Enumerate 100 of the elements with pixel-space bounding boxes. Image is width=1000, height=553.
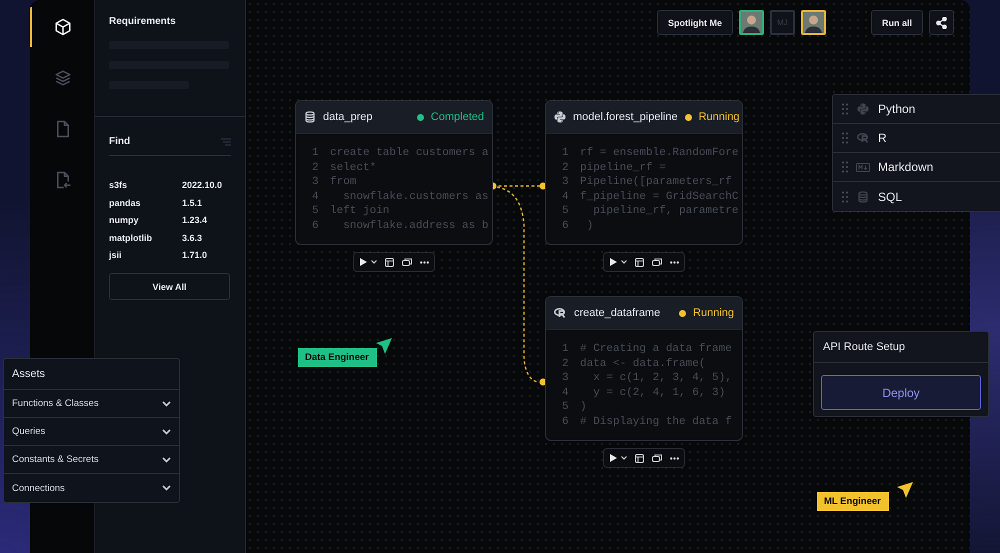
- more-icon[interactable]: [670, 260, 679, 264]
- language-item[interactable]: SQL: [833, 182, 1000, 211]
- line-number: 2: [312, 160, 320, 175]
- comment-icon[interactable]: [402, 258, 412, 266]
- layers-icon: [54, 69, 72, 87]
- layout-icon[interactable]: [635, 258, 644, 266]
- code-line: ): [586, 218, 594, 233]
- cell-title: model.forest_pipeline: [573, 111, 678, 123]
- line-number: 1: [312, 146, 320, 160]
- line-number: 1: [562, 342, 570, 356]
- line-number: 5: [312, 204, 320, 218]
- layout-icon[interactable]: [385, 258, 394, 266]
- code-line: snowflake.customers as: [342, 190, 488, 204]
- play-icon[interactable]: [359, 258, 367, 266]
- database-icon: [304, 111, 316, 123]
- code-line: # Displaying the data f: [580, 414, 732, 429]
- line-number: 2: [562, 160, 570, 175]
- package-version: 2022.10.0: [182, 180, 224, 190]
- layout-icon[interactable]: [635, 454, 644, 462]
- caret-icon[interactable]: [371, 260, 377, 264]
- code-line: ): [580, 400, 587, 414]
- line-number: 6: [312, 218, 320, 233]
- package-version: 3.6.3: [182, 232, 204, 242]
- section-title: Requirements: [109, 16, 177, 27]
- line-number: 4: [312, 190, 320, 204]
- drag-handle-icon[interactable]: [842, 132, 848, 144]
- asset-category[interactable]: Connections: [4, 474, 179, 502]
- share-button[interactable]: [929, 10, 954, 35]
- line-number: 3: [562, 175, 570, 190]
- r-icon: [856, 132, 870, 144]
- drag-handle-icon[interactable]: [842, 161, 848, 173]
- code-line: # Creating a data frame: [580, 342, 732, 356]
- code-line: pipeline_rf, parametre: [592, 204, 738, 218]
- file-icon: [54, 120, 72, 138]
- r-icon: [554, 307, 567, 319]
- more-icon[interactable]: [420, 260, 429, 264]
- view-all-button[interactable]: View All: [109, 273, 230, 300]
- line-number: 4: [562, 386, 570, 400]
- package-version: 1.23.4: [182, 215, 208, 225]
- package-name: matplotlib: [109, 232, 153, 242]
- avatar[interactable]: [738, 10, 764, 35]
- line-number: 6: [562, 218, 570, 233]
- code-line: pipeline_rf =: [580, 160, 666, 175]
- chevron-icon: [162, 428, 171, 434]
- package-version: 1.5.1: [182, 198, 204, 208]
- chevron-icon: [162, 400, 171, 406]
- code-line: snowflake.address as b: [342, 218, 488, 233]
- avatar[interactable]: [800, 10, 826, 35]
- line-number: 6: [562, 414, 570, 429]
- spotlight-button[interactable]: Spotlight Me: [656, 10, 733, 35]
- code-line: select*: [330, 160, 376, 175]
- cube-icon: [54, 18, 72, 36]
- code-line: f_pipeline = GridSearchC: [580, 190, 738, 204]
- code-line: create table customers a: [330, 146, 488, 160]
- panel-title: Assets: [12, 368, 46, 380]
- package-name: pandas: [109, 198, 142, 208]
- deploy-button[interactable]: Deploy: [821, 375, 981, 410]
- drag-handle-icon[interactable]: [842, 103, 848, 115]
- chevron-icon: [162, 456, 171, 462]
- code-line: rf = ensemble.RandomFore: [580, 146, 738, 160]
- play-icon[interactable]: [609, 258, 617, 266]
- caret-icon[interactable]: [621, 260, 627, 264]
- line-number: 5: [562, 204, 570, 218]
- line-number: 5: [562, 400, 570, 414]
- line-number: 3: [312, 175, 320, 190]
- panel-title: API Route Setup: [823, 341, 905, 353]
- markdown-icon: [856, 162, 870, 172]
- collaborator-tag: ML Engineer: [817, 492, 889, 511]
- package-name: s3fs: [109, 180, 128, 190]
- package-version: 1.71.0: [182, 250, 208, 260]
- line-number: 4: [562, 190, 570, 204]
- language-item[interactable]: R: [833, 124, 1000, 153]
- asset-category[interactable]: Functions & Classes: [4, 390, 179, 418]
- line-number: 2: [562, 356, 570, 371]
- code-line: Pipeline([parameters_rf: [580, 175, 732, 190]
- asset-category[interactable]: Constants & Secrets: [4, 446, 179, 474]
- database-icon: [857, 190, 869, 202]
- run-all-button[interactable]: Run all: [870, 10, 923, 35]
- comment-icon[interactable]: [652, 454, 662, 462]
- chevron-icon: [162, 485, 171, 491]
- language-item[interactable]: Python: [833, 95, 1000, 124]
- line-number: 3: [562, 371, 570, 386]
- python-icon: [554, 111, 566, 123]
- code-line: data <- data.frame(: [580, 356, 706, 371]
- more-icon[interactable]: [670, 456, 679, 460]
- play-icon[interactable]: [609, 454, 617, 462]
- cell-status: Completed: [430, 111, 484, 123]
- code-line: from: [330, 175, 356, 190]
- asset-category[interactable]: Queries: [4, 418, 179, 446]
- cell-status: Running: [698, 111, 740, 123]
- drag-handle-icon[interactable]: [842, 190, 848, 202]
- code-line: x = c(1, 2, 3, 4, 5),: [592, 371, 732, 386]
- cell-title: data_prep: [323, 111, 373, 123]
- share-icon: [936, 16, 947, 28]
- comment-icon[interactable]: [652, 258, 662, 266]
- language-item[interactable]: Markdown: [833, 153, 1000, 182]
- code-line: y = c(2, 4, 1, 6, 3): [592, 386, 726, 400]
- caret-icon[interactable]: [621, 456, 627, 460]
- cell-status: Running: [693, 307, 734, 319]
- code-line: left join: [330, 204, 390, 218]
